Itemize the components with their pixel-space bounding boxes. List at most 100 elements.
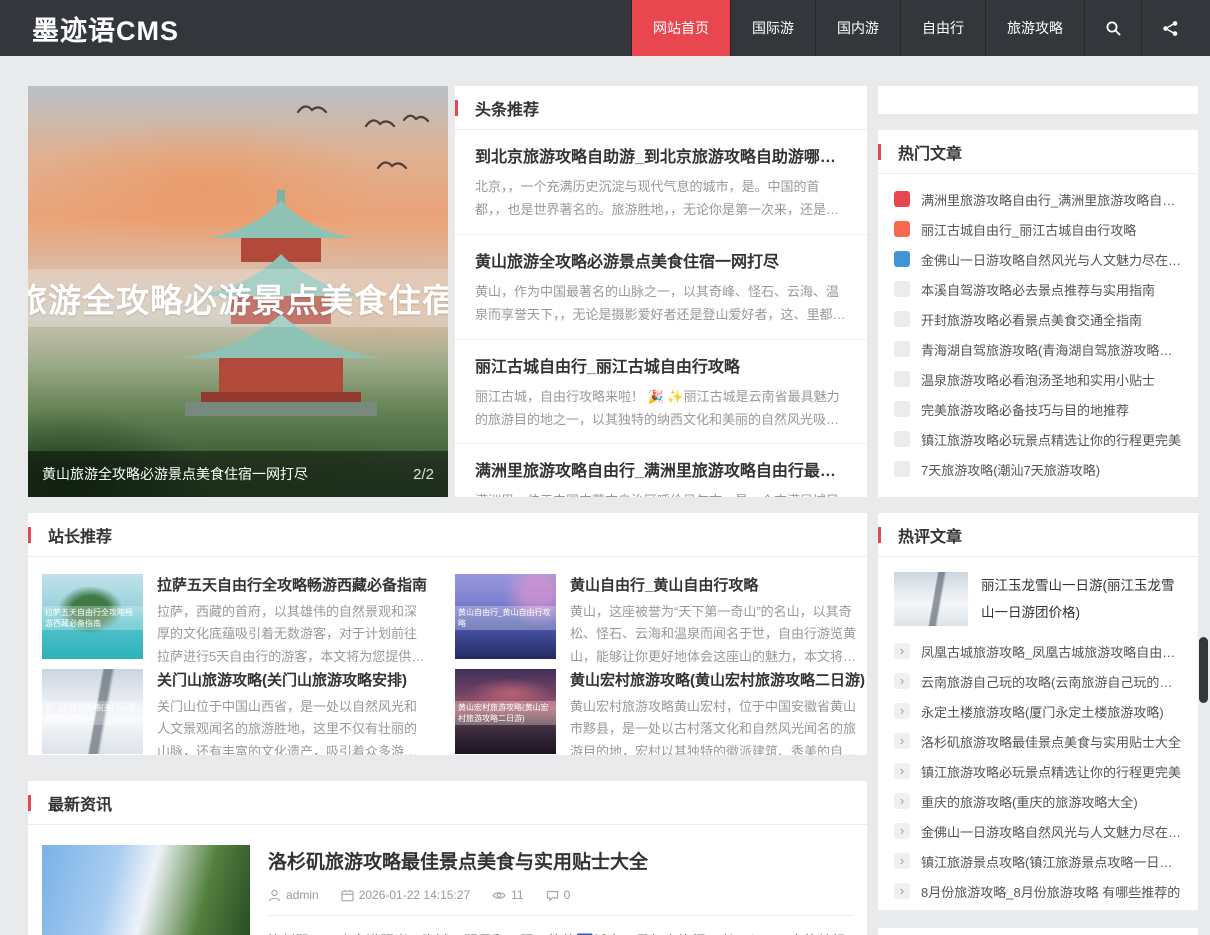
nav-item-home[interactable]: 网站首页	[631, 0, 730, 56]
list-item[interactable]: 完美旅游攻略必备技巧与目的地推荐	[894, 394, 1182, 424]
article-excerpt: 洛杉矶，一个充满阳光、海滩、明星和无限可能的🌆城市，是每个旅行、者。心，目中的梦…	[268, 929, 853, 935]
article-thumbnail[interactable]	[894, 572, 968, 626]
rank-badge	[894, 311, 910, 327]
article-thumbnail[interactable]: 关门山旅游攻略(关门山旅游攻略安排)	[42, 669, 143, 754]
card-body: 黄山自由行_黄山自由行攻略 黄山，这座被誉为“天下第一奇山”的名山，以其奇松、怪…	[570, 574, 865, 663]
site-header: 墨迹语CMS 网站首页 国际游 国内游 自由行 旅游攻略	[0, 0, 1210, 56]
featured-article[interactable]: 丽江玉龙雪山一日游(丽江玉龙雪山一日游团价格)	[878, 557, 1198, 634]
view-count: 11	[511, 888, 523, 902]
comments-meta: 0	[546, 888, 571, 902]
latest-article: 洛杉矶旅游攻略最佳景点美食与实用贴士大全 洛杉矶旅游攻略最佳景点美食与实用贴士大…	[28, 825, 867, 935]
latest-section-header: 最新资讯	[28, 781, 867, 825]
list-item[interactable]: 温泉旅游攻略必看泡汤圣地和实用小贴士	[894, 364, 1182, 394]
headline-item: 丽江古城自由行_丽江古城自由行攻略 丽江古城，自由行攻略来啦！ 🎉 ✨丽江古城是…	[455, 340, 867, 445]
article-excerpt: 黄山，这座被誉为“天下第一奇山”的名山，以其奇松、怪石、云海和温泉而闻名于世，自…	[570, 601, 865, 668]
list-item-label: 本溪自驾游攻略必去景点推荐与实用指南	[921, 280, 1182, 299]
article-title-link[interactable]: 关门山旅游攻略(关门山旅游攻略安排)	[157, 669, 427, 690]
article-title-link[interactable]: 洛杉矶旅游攻略最佳景点美食与实用贴士大全	[268, 847, 853, 874]
list-item[interactable]: ›镇江旅游攻略必玩景点精选让你的行程更完美	[894, 756, 1182, 786]
list-item-label: 重庆的旅游攻略(重庆的旅游攻略大全)	[921, 792, 1182, 811]
hero-caption-link[interactable]: 黄山旅游全攻略必游景点美食住宿一网打尽	[42, 464, 403, 484]
article-title-link[interactable]: 拉萨五天自由行全攻略畅游西藏必备指南	[157, 574, 427, 595]
hot-section-header: 热门文章	[878, 130, 1198, 174]
article-thumbnail[interactable]: 洛杉矶旅游攻略最佳景点美食与实用贴士大全	[42, 845, 250, 935]
article-title-link[interactable]: 黄山自由行_黄山自由行攻略	[570, 574, 865, 595]
list-item[interactable]: 本溪自驾游攻略必去景点推荐与实用指南	[894, 274, 1182, 304]
hot-comments-panel: 热评文章 丽江玉龙雪山一日游(丽江玉龙雪山一日游团价格) ›凤凰古城旅游攻略_凤…	[878, 513, 1198, 910]
headline-section-header: 头条推荐	[455, 86, 867, 130]
rank-badge-2	[894, 221, 910, 237]
thumbnail-overlay-text: 拉萨五天自由行全攻略畅游西藏必备指南	[42, 606, 143, 630]
accent-bar	[878, 527, 881, 543]
list-item[interactable]: › 永定土楼旅游攻略(厦门永定土楼旅游攻略)	[894, 696, 1182, 726]
list-item[interactable]: ›云南旅游自己玩的攻略(云南旅游自己玩的攻略大全)	[894, 666, 1182, 696]
search-button[interactable]	[1084, 0, 1141, 56]
list-item[interactable]: 金佛山一日游攻略自然风光与人文魅力尽在其中	[894, 244, 1182, 274]
pagoda-illustration	[156, 184, 406, 489]
chevron-right-icon: ›	[894, 793, 910, 809]
headline-list: 到北京旅游攻略自助游_到北京旅游攻略自助游哪里住宿便宜 北京，，一个充满历史沉淀…	[455, 130, 867, 497]
list-item[interactable]: ›金佛山一日游攻略自然风光与人文魅力尽在其中	[894, 816, 1182, 846]
chevron-right-icon: ›	[894, 643, 910, 659]
list-item[interactable]: ›镇江旅游景点攻略(镇江旅游景点攻略一日游最佳路线)	[894, 846, 1182, 876]
list-item[interactable]: › 重庆的旅游攻略(重庆的旅游攻略大全)	[894, 786, 1182, 816]
list-item[interactable]: 镇江旅游攻略必玩景点精选让你的行程更完美	[894, 424, 1182, 454]
scrollbar-thumb[interactable]	[1199, 637, 1208, 703]
section-title: 最新资讯	[48, 791, 112, 815]
nav-item-independent[interactable]: 自由行	[900, 0, 985, 56]
nav-item-international[interactable]: 国际游	[730, 0, 815, 56]
list-item[interactable]: 7天旅游攻略(潮汕7天旅游攻略)	[894, 454, 1182, 484]
list-item[interactable]: 丽江古城自由行_丽江古城自由行攻略	[894, 214, 1182, 244]
hero-carousel[interactable]: 旅游全攻略必游景点美食住宿一网 黄山旅游全攻略必游景点美食住宿一网打尽 2/2	[28, 86, 448, 497]
search-icon	[1105, 20, 1122, 37]
article-title-link[interactable]: 丽江玉龙雪山一日游(丽江玉龙雪山一日游团价格)	[981, 572, 1182, 626]
list-item-label: 洛杉矶旅游攻略最佳景点美食与实用贴士大全	[921, 732, 1182, 751]
hot-comments-list: ›凤凰古城旅游攻略_凤凰古城旅游攻略自由行三天 ›云南旅游自己玩的攻略(云南旅游…	[878, 634, 1198, 906]
accent-bar	[28, 795, 31, 811]
article-thumbnail[interactable]: 黄山自由行_黄山自由行攻略	[455, 574, 556, 659]
site-logo[interactable]: 墨迹语CMS	[32, 9, 179, 48]
hero-caption-bar: 黄山旅游全攻略必游景点美食住宿一网打尽 2/2	[28, 451, 448, 497]
article-title-link[interactable]: 满洲里旅游攻略自由行_满洲里旅游攻略自由行最佳路线	[475, 457, 847, 481]
section-title: 热门文章	[898, 140, 962, 164]
nav-item-domestic[interactable]: 国内游	[815, 0, 900, 56]
article-meta: admin 2026-01-22 14:15:27 11 0	[268, 888, 853, 916]
article-title-link[interactable]: 黄山旅游全攻略必游景点美食住宿一网打尽	[475, 248, 847, 272]
list-item[interactable]: › 洛杉矶旅游攻略最佳景点美食与实用贴士大全	[894, 726, 1182, 756]
rank-badge	[894, 431, 910, 447]
article-thumbnail[interactable]: 拉萨五天自由行全攻略畅游西藏必备指南	[42, 574, 143, 659]
article-title-link[interactable]: 黄山宏村旅游攻略(黄山宏村旅游攻略二日游)	[570, 669, 865, 690]
list-item[interactable]: 青海湖自驾旅游攻略(青海湖自驾旅游攻略路线推荐)	[894, 334, 1182, 364]
list-item-label: 永定土楼旅游攻略(厦门永定土楼旅游攻略)	[921, 702, 1182, 721]
share-icon	[1162, 20, 1179, 37]
article-thumbnail[interactable]: 黄山宏村旅游攻略(黄山宏村旅游攻略二日游)	[455, 669, 556, 754]
share-button[interactable]	[1141, 0, 1198, 56]
nav-item-guides[interactable]: 旅游攻略	[985, 0, 1084, 56]
card-body: 黄山宏村旅游攻略(黄山宏村旅游攻略二日游) 黄山宏村旅游攻略黄山宏村，位于中国安…	[570, 669, 865, 755]
page: 墨迹语CMS 网站首页 国际游 国内游 自由行 旅游攻略	[0, 0, 1210, 935]
article-excerpt: 黄山，作为中国最著名的山脉之一，以其奇峰、怪石、云海、温泉而享誉天下，，无论是摄…	[475, 280, 847, 327]
section-title: 头条推荐	[475, 96, 539, 120]
chevron-right-icon: ›	[894, 733, 910, 749]
list-item-label: 金佛山一日游攻略自然风光与人文魅力尽在其中	[921, 250, 1182, 269]
article-card: 黄山宏村旅游攻略(黄山宏村旅游攻略二日游) 黄山宏村旅游攻略(黄山宏村旅游攻略二…	[455, 669, 865, 755]
author-icon	[268, 889, 281, 902]
section-title: 热评文章	[898, 523, 962, 547]
list-item[interactable]: ›8月份旅游攻略_8月份旅游攻略 有哪些推荐的	[894, 876, 1182, 906]
list-item-label: 7天旅游攻略(潮汕7天旅游攻略)	[921, 460, 1182, 479]
list-item[interactable]: ›凤凰古城旅游攻略_凤凰古城旅游攻略自由行三天	[894, 636, 1182, 666]
list-item[interactable]: 满洲里旅游攻略自由行_满洲里旅游攻略自由行最佳路线	[894, 184, 1182, 214]
recommend-panel: 站长推荐 拉萨五天自由行全攻略畅游西藏必备指南 拉萨五天自由行全攻略畅游西藏必备…	[28, 513, 867, 755]
chevron-right-icon: ›	[894, 853, 910, 869]
article-title-link[interactable]: 到北京旅游攻略自助游_到北京旅游攻略自助游哪里住宿便宜	[475, 143, 847, 167]
recommend-cards: 拉萨五天自由行全攻略畅游西藏必备指南 拉萨五天自由行全攻略畅游西藏必备指南 拉萨…	[28, 557, 867, 755]
rank-badge	[894, 281, 910, 297]
chevron-right-icon: ›	[894, 703, 910, 719]
article-title-link[interactable]: 丽江古城自由行_丽江古城自由行攻略	[475, 353, 847, 377]
chevron-right-icon: ›	[894, 883, 910, 899]
list-item-label: 青海湖自驾旅游攻略(青海湖自驾旅游攻略路线推荐)	[921, 340, 1182, 359]
list-item[interactable]: 开封旅游攻略必看景点美食交通全指南	[894, 304, 1182, 334]
author-name[interactable]: admin	[286, 888, 319, 902]
date-meta: 2026-01-22 14:15:27	[341, 888, 470, 902]
article-card: 关门山旅游攻略(关门山旅游攻略安排) 关门山旅游攻略(关门山旅游攻略安排) 关门…	[42, 669, 427, 755]
